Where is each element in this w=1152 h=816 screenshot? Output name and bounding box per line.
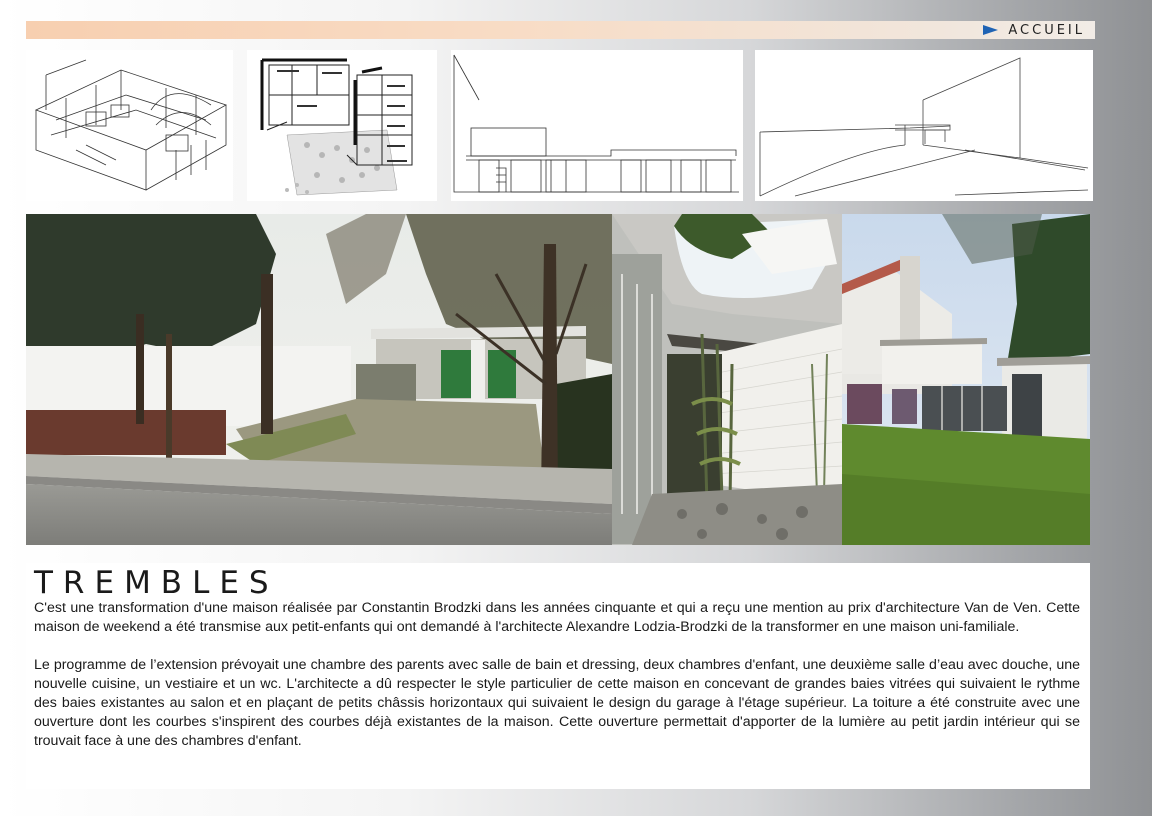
- home-link-label: ACCUEIL: [1008, 22, 1085, 38]
- project-description-panel: TREMBLES C'est une transformation d'une …: [26, 563, 1090, 789]
- description-paragraph-2: Le programme de l’extension prévoyait un…: [34, 657, 1080, 749]
- perspective-sketch-thumbnail[interactable]: [755, 50, 1093, 201]
- elevation-drawing-thumbnail[interactable]: [451, 50, 743, 201]
- description-paragraph-1: C'est une transformation d'une maison ré…: [34, 600, 1080, 635]
- triangle-arrow-icon: [983, 25, 999, 35]
- floor-plan-thumbnail[interactable]: [247, 50, 437, 201]
- project-title: TREMBLES: [34, 565, 279, 601]
- top-bar: ACCUEIL: [26, 21, 1095, 39]
- courtyard-skylight-photo: [612, 214, 842, 545]
- street-view-photo: [26, 214, 612, 545]
- home-link[interactable]: ACCUEIL: [983, 21, 1085, 39]
- garden-facade-photo: [842, 214, 1090, 545]
- isometric-drawing-thumbnail[interactable]: [26, 50, 233, 201]
- project-description: C'est une transformation d'une maison ré…: [34, 599, 1080, 751]
